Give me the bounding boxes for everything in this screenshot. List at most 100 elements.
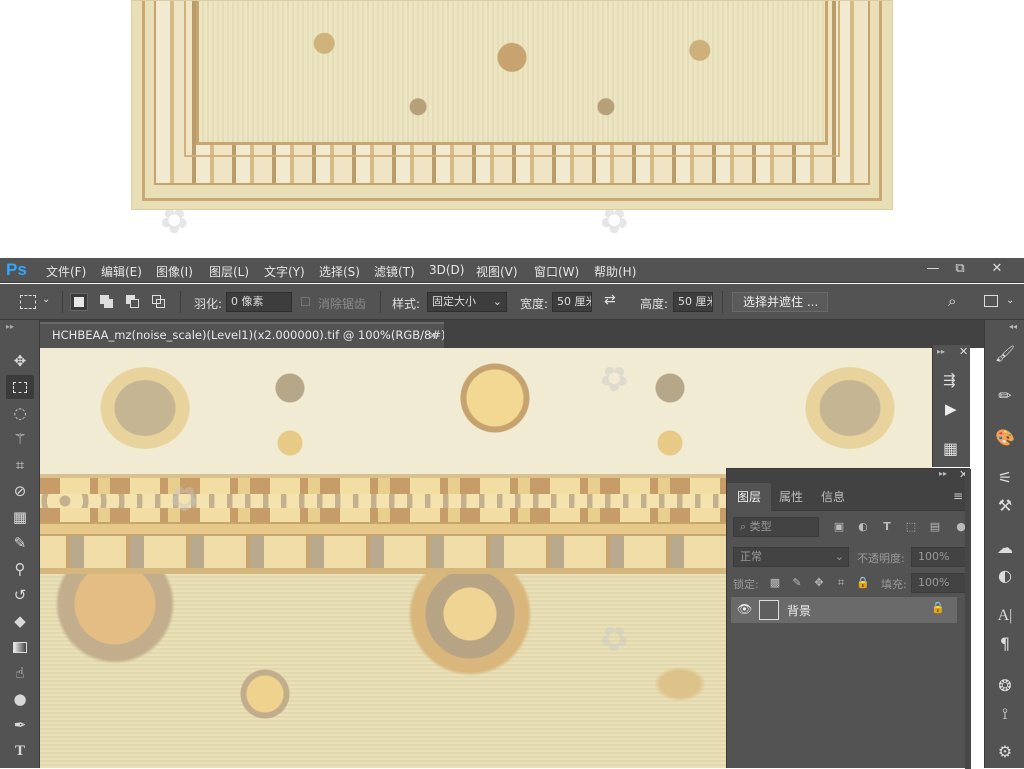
menu-file[interactable]: 文件(F) xyxy=(46,263,86,280)
fill-input[interactable]: 100% xyxy=(911,573,967,593)
panel-header: ▸▸ ✕ xyxy=(727,468,971,483)
filter-adjustment-icon[interactable]: ◐ xyxy=(855,519,871,535)
channels-icon[interactable]: ❂ xyxy=(993,674,1017,698)
close-window-button[interactable]: ✕ xyxy=(984,260,1010,278)
menu-type[interactable]: 文字(Y) xyxy=(264,263,305,280)
rect-marquee-icon[interactable] xyxy=(6,375,34,399)
paragraph-icon[interactable]: ¶ xyxy=(993,632,1017,656)
menu-layer[interactable]: 图层(L) xyxy=(209,263,249,280)
collapse-icon[interactable]: ▸▸ xyxy=(6,322,14,331)
close-tab-button[interactable]: × xyxy=(428,324,438,346)
menu-edit[interactable]: 编辑(E) xyxy=(101,263,142,280)
feather-input[interactable]: 0 像素 xyxy=(226,292,292,312)
scrollbar[interactable] xyxy=(965,469,971,769)
chevron-down-icon[interactable]: ⌄ xyxy=(1006,295,1014,306)
filter-type-icon[interactable]: T xyxy=(879,519,895,535)
palette-icon[interactable]: 🎨 xyxy=(993,426,1017,450)
fill-label: 填充: xyxy=(881,578,907,591)
menu-bar: Ps 文件(F) 编辑(E) 图像(I) 图层(L) 文字(Y) 选择(S) 滤… xyxy=(0,258,1024,283)
healing-brush-icon[interactable]: ▦ xyxy=(6,505,34,529)
document-tab[interactable]: HCHBEAA_mz(noise_scale)(Level1)(x2.00000… xyxy=(40,322,444,348)
rect-marquee-preset-icon[interactable] xyxy=(20,295,36,309)
new-selection-icon[interactable] xyxy=(70,293,88,311)
lasso-icon[interactable]: ◌ xyxy=(6,401,34,425)
select-and-mask-button[interactable]: 选择并遮住 ... xyxy=(732,292,828,312)
menu-image[interactable]: 图像(I) xyxy=(156,263,193,280)
history-brush-icon[interactable]: ↺ xyxy=(6,583,34,607)
menu-select[interactable]: 选择(S) xyxy=(319,263,360,280)
smudge-icon[interactable]: ☝ xyxy=(6,661,34,685)
layer-row[interactable]: 👁 背景 🔒 xyxy=(731,597,957,623)
brush-preset-icon[interactable]: 🖌 xyxy=(993,342,1017,366)
eye-icon[interactable]: 👁 xyxy=(737,602,752,616)
close-panel-icon[interactable]: ✕ xyxy=(959,345,968,358)
swap-icon[interactable]: ⇄ xyxy=(604,292,616,308)
divider xyxy=(180,291,181,313)
width-label: 宽度: xyxy=(520,297,549,311)
opacity-input[interactable]: 100% xyxy=(911,547,967,567)
pen-icon[interactable]: ✒ xyxy=(6,713,34,737)
workspace-icon[interactable] xyxy=(984,295,998,307)
collapse-icon[interactable]: ◂◂ xyxy=(1009,322,1017,331)
brush-icon[interactable]: ✎ xyxy=(6,531,34,555)
subtract-selection-icon[interactable] xyxy=(124,293,142,311)
menu-window[interactable]: 窗口(W) xyxy=(534,263,579,280)
add-selection-icon[interactable] xyxy=(98,293,116,311)
menu-help[interactable]: 帮助(H) xyxy=(594,263,636,280)
intersect-selection-icon[interactable] xyxy=(150,293,168,311)
eraser-icon[interactable]: ◆ xyxy=(6,609,34,633)
lock-all-icon[interactable]: 🔒 xyxy=(855,575,871,591)
layer-filter-select[interactable]: ⌕ 类型 xyxy=(733,517,819,537)
restore-button[interactable]: ⧉ xyxy=(947,260,973,278)
dodge-icon[interactable]: ● xyxy=(6,687,34,711)
menu-filter[interactable]: 滤镜(T) xyxy=(374,263,415,280)
crop-icon[interactable]: ⌗ xyxy=(6,453,34,477)
tool-presets-icon[interactable]: ⚒ xyxy=(993,494,1017,518)
expand-icon[interactable]: ▸▸ xyxy=(939,469,947,478)
search-icon[interactable]: ⌕ xyxy=(948,292,956,310)
antialias-checkbox-icon[interactable]: ☐ xyxy=(300,295,311,309)
tab-info[interactable]: 信息 xyxy=(811,483,855,511)
filter-smart-object-icon[interactable]: ▤ xyxy=(927,519,943,535)
filter-pixel-icon[interactable]: ▣ xyxy=(831,519,847,535)
tab-layers[interactable]: 图层 xyxy=(727,483,772,511)
menu-3d[interactable]: 3D(D) xyxy=(429,263,464,277)
lock-position-icon[interactable]: ✥ xyxy=(811,575,827,591)
style-select[interactable]: 固定大小 ⌄ xyxy=(427,292,507,312)
adjustments-icon[interactable]: ◐ xyxy=(993,564,1017,588)
divider xyxy=(380,291,381,313)
options-bar: ⌄ 羽化: 0 像素 ☐ 消除锯齿 样式: 固定大小⌄ 宽度: 50 厘米 ⇄ … xyxy=(0,284,1024,320)
move-icon[interactable]: ✥ xyxy=(6,349,34,373)
play-icon[interactable]: ▶ xyxy=(945,400,957,418)
layer-filter-value: 类型 xyxy=(749,520,772,533)
gradient-icon[interactable] xyxy=(6,635,34,659)
grid-icon[interactable]: ▦ xyxy=(943,439,958,458)
rug-top-pattern xyxy=(40,348,932,476)
lock-transparent-icon[interactable]: ▩ xyxy=(767,575,783,591)
clone-stamp-icon[interactable]: ⚲ xyxy=(6,557,34,581)
blend-mode-select[interactable]: 正常 ⌄ xyxy=(733,547,849,567)
history-icon[interactable]: ⇶ xyxy=(943,371,956,389)
expand-icon[interactable]: ▸▸ xyxy=(937,347,945,356)
menu-view[interactable]: 视图(V) xyxy=(476,263,518,280)
height-input[interactable]: 50 厘米 xyxy=(673,292,713,312)
brush-tip-icon[interactable]: ✏ xyxy=(993,384,1017,408)
chevron-down-icon[interactable]: ⌄ xyxy=(42,294,50,305)
filter-shape-icon[interactable]: ⬚ xyxy=(903,519,919,535)
panel-menu-icon[interactable]: ≡ xyxy=(953,489,963,503)
libraries-icon[interactable]: ☁ xyxy=(993,536,1017,560)
minimize-button[interactable]: — xyxy=(920,260,946,278)
eyedropper-icon[interactable]: ⊘ xyxy=(6,479,34,503)
width-input[interactable]: 50 厘米 xyxy=(552,292,592,312)
adjust-icon[interactable]: ⚟ xyxy=(993,466,1017,490)
magic-wand-icon[interactable]: ⚚ xyxy=(6,427,34,451)
lock-artboard-icon[interactable]: ⌗ xyxy=(833,575,849,591)
settings-icon[interactable]: ⚙ xyxy=(993,740,1017,764)
antialias-label: 消除锯齿 xyxy=(318,297,367,311)
tab-properties[interactable]: 属性 xyxy=(769,483,813,511)
paths-icon[interactable]: ⟟ xyxy=(993,702,1017,726)
layers-tabs: 图层 属性 信息 ≡ xyxy=(727,483,971,511)
lock-pixels-icon[interactable]: ✎ xyxy=(789,575,805,591)
type-icon[interactable]: T xyxy=(6,739,34,763)
character-icon[interactable]: A| xyxy=(993,604,1017,628)
